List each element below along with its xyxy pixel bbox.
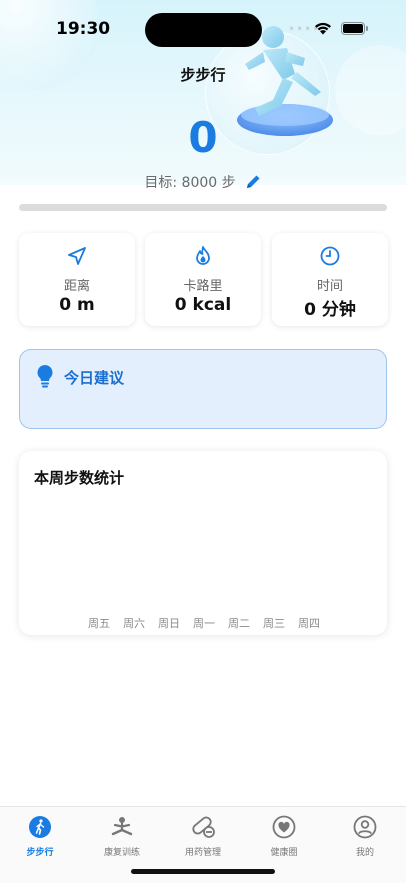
step-count: 0 bbox=[188, 113, 218, 162]
tab-label: 康复训练 bbox=[103, 848, 140, 858]
chart-day-label: 周一 bbox=[193, 617, 215, 630]
heart-circle-icon bbox=[272, 815, 296, 839]
edit-pencil-icon[interactable] bbox=[244, 173, 262, 191]
tab-label: 健康圈 bbox=[270, 848, 298, 858]
stat-value: 0 分钟 bbox=[304, 300, 356, 320]
stat-label: 时间 bbox=[316, 279, 343, 294]
stat-label: 距离 bbox=[63, 279, 90, 294]
chart-day-label: 周日 bbox=[158, 617, 180, 630]
meditation-icon bbox=[111, 817, 133, 836]
weekly-steps-card: 本周步数统计 周五 周六 周日 周一 周二 周三 周四 bbox=[19, 451, 387, 635]
page-title: 步步行 bbox=[180, 66, 226, 84]
tab-medication[interactable]: 用药管理 bbox=[173, 813, 233, 858]
weekly-steps-title: 本周步数统计 bbox=[34, 469, 125, 487]
goal-label: 目标: 8000 步 bbox=[144, 175, 236, 191]
user-circle-icon bbox=[353, 815, 377, 839]
stat-card-calories: 卡路里 0 kcal bbox=[145, 233, 261, 326]
hero-banner: 19:30 •••• 步步行 0 bbox=[0, 0, 406, 185]
dynamic-island bbox=[145, 13, 262, 47]
daily-advice-card[interactable]: 今日建议 bbox=[19, 349, 387, 429]
wifi-icon bbox=[315, 22, 331, 35]
tab-health-circle[interactable]: 健康圈 bbox=[254, 813, 314, 858]
stat-card-distance: 距离 0 m bbox=[19, 233, 135, 326]
walking-person-icon bbox=[29, 816, 51, 838]
stat-label: 卡路里 bbox=[183, 279, 223, 294]
home-indicator bbox=[131, 869, 275, 874]
chart-day-label: 周六 bbox=[123, 617, 145, 630]
tab-label: 我的 bbox=[355, 848, 374, 858]
tab-walk[interactable]: 步步行 bbox=[10, 813, 70, 858]
tab-profile[interactable]: 我的 bbox=[335, 813, 395, 858]
tab-label: 步步行 bbox=[26, 848, 54, 858]
flame-icon bbox=[196, 246, 210, 265]
step-progress-bar bbox=[19, 204, 387, 211]
stat-card-time: 时间 0 分钟 bbox=[272, 233, 388, 326]
chart-day-label: 周二 bbox=[228, 617, 250, 630]
chart-day-label: 周四 bbox=[298, 617, 320, 630]
stat-value: 0 m bbox=[59, 295, 95, 315]
pill-icon bbox=[192, 816, 215, 838]
status-time: 19:30 bbox=[56, 19, 111, 39]
weekly-steps-chart: 周五 周六 周日 周一 周二 周三 周四 bbox=[88, 617, 320, 630]
tab-label: 用药管理 bbox=[184, 848, 221, 858]
chart-day-label: 周三 bbox=[263, 617, 285, 630]
stat-value: 0 kcal bbox=[174, 295, 232, 315]
navigation-arrow-icon bbox=[68, 247, 86, 265]
battery-icon bbox=[341, 22, 368, 35]
goal-row: 目标: 8000 步 bbox=[0, 171, 406, 193]
chart-day-label: 周五 bbox=[88, 617, 110, 630]
clock-icon bbox=[320, 246, 340, 266]
status-bar: 19:30 •••• bbox=[0, 0, 406, 54]
advice-title: 今日建议 bbox=[64, 369, 125, 387]
tab-rehab[interactable]: 康复训练 bbox=[92, 813, 152, 858]
lightbulb-icon bbox=[37, 365, 53, 388]
